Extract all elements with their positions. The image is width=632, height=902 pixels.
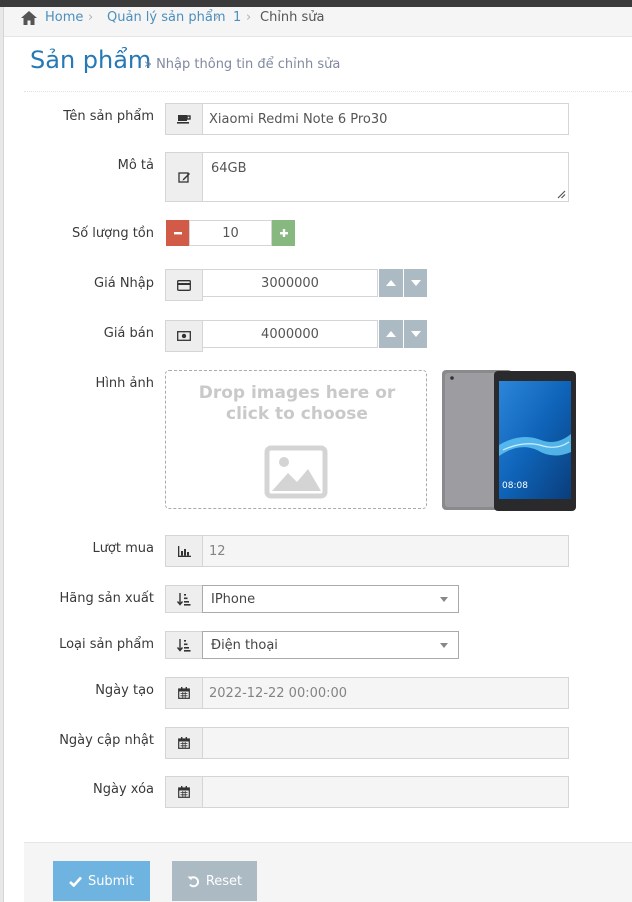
submit-button-label: Submit xyxy=(87,873,135,889)
breadcrumb: Home › Quản lý sản phẩm › 1 › Chỉnh sửa xyxy=(4,7,632,37)
category-label: Loại sản phẩm xyxy=(59,637,154,652)
created-at-label: Ngày tạo xyxy=(95,683,154,698)
purchases-label: Lượt mua xyxy=(92,541,154,556)
sale-price-up-button[interactable] xyxy=(379,320,403,348)
purchases-input: 12 xyxy=(202,535,569,567)
resize-handle-icon[interactable] xyxy=(556,189,566,199)
edit-icon xyxy=(165,152,203,202)
check-icon xyxy=(69,876,82,887)
sort-amount-icon xyxy=(165,631,203,659)
breadcrumb-id-link[interactable]: 1 xyxy=(233,10,241,25)
calendar-icon xyxy=(165,727,203,759)
home-icon xyxy=(21,11,37,25)
undo-icon xyxy=(187,875,199,887)
description-value: 64GB xyxy=(211,161,247,176)
description-label: Mô tả xyxy=(117,158,154,173)
money-icon xyxy=(165,320,203,352)
import-price-down-button[interactable] xyxy=(404,269,427,297)
product-name-input[interactable]: Xiaomi Redmi Note 6 Pro30 xyxy=(202,103,569,135)
calendar-icon xyxy=(165,776,203,808)
image-label: Hình ảnh xyxy=(95,376,154,391)
stock-quantity-input[interactable]: 10 xyxy=(189,220,272,246)
manufacturer-select[interactable]: IPhone xyxy=(202,585,459,613)
calendar-icon xyxy=(165,677,203,709)
credit-card-icon xyxy=(165,269,203,301)
stock-decrement-button[interactable] xyxy=(166,220,189,246)
description-textarea[interactable]: 64GB xyxy=(202,152,569,202)
triangle-down-icon xyxy=(410,331,421,337)
updated-at-input xyxy=(202,727,569,759)
thumbnail-clock-text: 08:08 xyxy=(502,481,528,491)
triangle-up-icon xyxy=(386,331,396,337)
page-header: Sản phẩm » Nhập thông tin để chỉnh sửa xyxy=(24,40,632,92)
stock-label: Số lượng tồn xyxy=(71,226,154,241)
form-actions: Submit Reset xyxy=(24,842,632,902)
product-thumbnail-image[interactable]: 08:08 xyxy=(441,370,577,512)
page-subtitle: » Nhập thông tin để chỉnh sửa xyxy=(144,57,341,72)
category-select[interactable]: Điện thoại xyxy=(202,631,459,659)
deleted-at-input xyxy=(202,776,569,808)
breadcrumb-products-link[interactable]: Quản lý sản phẩm xyxy=(107,10,225,25)
caret-down-icon xyxy=(440,597,448,602)
triangle-down-icon xyxy=(410,280,421,286)
sidebar-edge xyxy=(0,7,4,902)
manufacturer-selected-value: IPhone xyxy=(211,591,256,607)
page-title: Sản phẩm xyxy=(30,46,152,74)
chevron-right-icon: › xyxy=(246,10,252,25)
sort-amount-icon xyxy=(165,585,203,613)
minus-icon xyxy=(173,232,182,235)
image-placeholder-icon xyxy=(264,445,328,499)
manufacturer-label: Hãng sản xuất xyxy=(59,591,154,606)
chevron-right-icon: › xyxy=(214,10,220,25)
updated-at-label: Ngày cập nhật xyxy=(59,733,154,748)
breadcrumb-current: Chỉnh sửa xyxy=(260,10,325,25)
stock-increment-button[interactable] xyxy=(272,220,295,246)
caret-down-icon xyxy=(440,643,448,648)
import-price-label: Giá Nhập xyxy=(94,276,154,291)
triangle-up-icon xyxy=(386,280,396,286)
coffee-icon xyxy=(165,103,203,135)
submit-button[interactable]: Submit xyxy=(53,861,150,901)
plus-icon xyxy=(279,229,288,237)
chevron-right-icon: › xyxy=(88,10,94,25)
dropzone-text: Drop images here or click to choose xyxy=(198,383,396,424)
reset-button-label: Reset xyxy=(205,873,243,889)
reset-button[interactable]: Reset xyxy=(172,861,257,901)
sale-price-input[interactable]: 4000000 xyxy=(202,320,378,348)
category-selected-value: Điện thoại xyxy=(211,637,278,653)
import-price-input[interactable]: 3000000 xyxy=(202,269,378,297)
bar-chart-icon xyxy=(165,535,203,567)
breadcrumb-home-link[interactable]: Home xyxy=(45,10,83,25)
import-price-up-button[interactable] xyxy=(379,269,403,297)
deleted-at-label: Ngày xóa xyxy=(93,782,154,797)
sale-price-label: Giá bán xyxy=(103,326,154,341)
image-dropzone[interactable]: Drop images here or click to choose xyxy=(165,370,427,509)
sale-price-down-button[interactable] xyxy=(404,320,427,348)
top-navbar xyxy=(0,0,632,7)
name-label: Tên sản phẩm xyxy=(63,109,154,124)
created-at-input: 2022-12-22 00:00:00 xyxy=(202,677,569,709)
